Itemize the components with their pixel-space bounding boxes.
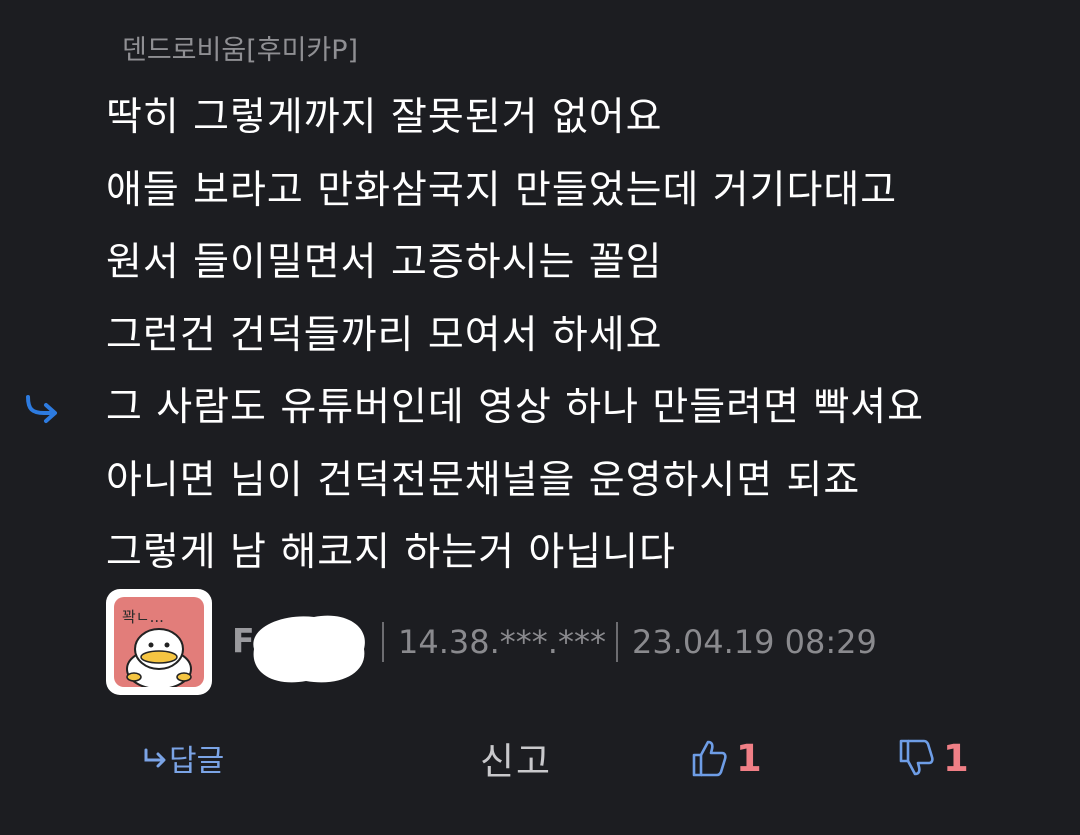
like-button[interactable]: 1 [690,728,762,788]
comment-line: 그런건 건덕들까리 모여서 하세요 [106,312,663,358]
timestamp: 23.04.19 08:29 [631,623,877,661]
comment-body: 딱히 그렇게까지 잘못된거 없어요 애들 보라고 만화삼국지 만들었는데 거기다… [106,82,924,590]
comment-line: 애들 보라고 만화삼국지 만들었는데 거기다대고 [106,167,898,213]
author-redaction [253,615,365,683]
avatar[interactable]: 꽉ㄴ... [106,589,212,695]
dislike-button[interactable]: 1 [897,728,969,788]
comment-line: 원서 들이밀면서 고증하시는 꼴임 [106,240,663,285]
report-button[interactable]: 신고 [480,728,552,788]
avatar-image: 꽉ㄴ... [114,597,204,687]
comment-actions: 답글 신고 1 1 [0,728,1080,788]
reply-label: 답글 [169,744,225,779]
mention-tag[interactable]: 덴드로비움[후미카P] [122,28,358,67]
comment-line: 딱히 그렇게까지 잘못된거 없어요 [106,95,663,140]
reply-button[interactable]: 답글 [143,728,224,788]
author[interactable]: F [232,607,372,683]
avatar-text: 꽉ㄴ... [122,608,164,626]
thumbs-down-icon [899,739,934,776]
comment-line: 아니면 님이 건덕전문채널을 운영하시면 되죠 [106,457,861,503]
dislike-count: 1 [943,736,969,780]
separator [382,622,384,662]
thumbs-up-icon [692,740,727,777]
comment-line: 그 사람도 유튜버인데 영상 하나 만들려면 빡셔요 [106,385,924,430]
separator [615,622,618,662]
like-count: 1 [736,736,762,780]
avatar-illustration: 꽉ㄴ... [122,608,192,687]
report-label: 신고 [480,740,553,783]
ip-address: 14.38.***.*** [398,623,606,661]
comment-meta: 꽉ㄴ... F 14.38.***.*** 23.04.19 08:29 [106,589,877,695]
reply-arrow-icon [26,395,57,423]
reply-arrow-icon [144,748,166,768]
comment-line: 그렇게 남 해코지 하는거 아닙니다 [106,530,676,575]
